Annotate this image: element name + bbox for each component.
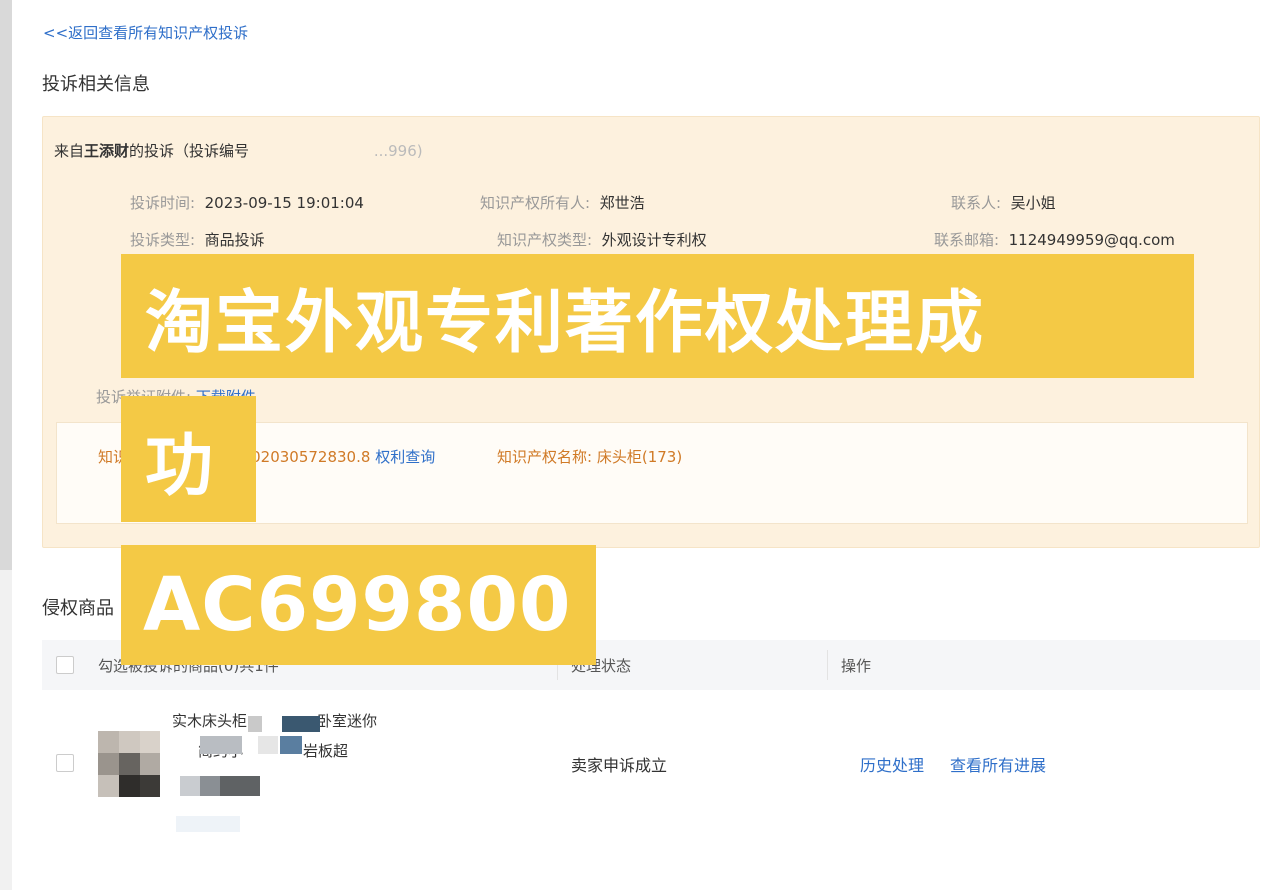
pixelated-redaction bbox=[180, 776, 200, 796]
complaint-type-label: 投诉类型: bbox=[130, 231, 196, 249]
ip-name-label: 知识产权名称: bbox=[497, 448, 593, 466]
select-all-checkbox[interactable] bbox=[56, 656, 74, 674]
pixelated-redaction bbox=[200, 776, 220, 796]
ip-number-value: 202030572830.8 bbox=[241, 448, 371, 466]
contact-email-field: 联系邮箱: 1124949959@qq.com bbox=[934, 229, 1175, 250]
ip-name-field: 知识产权名称: 床头柜(173) bbox=[497, 446, 682, 467]
complaint-source-line: 来自王添财的投诉（投诉编号 ...996) bbox=[54, 140, 423, 161]
history-processing-link[interactable]: 历史处理 bbox=[860, 752, 924, 776]
ip-type-value: 外观设计专利权 bbox=[601, 231, 707, 249]
complaint-type-field: 投诉类型: 商品投诉 bbox=[130, 229, 265, 250]
contact-value: 吴小姐 bbox=[1010, 194, 1056, 212]
complaint-time-value: 2023-09-15 19:01:04 bbox=[204, 194, 364, 212]
column-divider bbox=[827, 650, 828, 680]
ip-owner-value: 郑世浩 bbox=[599, 194, 645, 212]
ip-type-field: 知识产权类型: 外观设计专利权 bbox=[497, 229, 707, 250]
pixelated-redaction bbox=[200, 736, 242, 754]
infringing-products-title: 侵权商品 bbox=[42, 598, 114, 619]
pixelated-redaction bbox=[220, 776, 260, 796]
ip-name-value: 床头柜(173) bbox=[596, 448, 683, 466]
complaint-type-value: 商品投诉 bbox=[204, 231, 265, 249]
overlay-banner-line2: 功 bbox=[121, 396, 256, 522]
pixelated-redaction bbox=[280, 736, 302, 754]
pixelated-redaction bbox=[176, 816, 240, 832]
processing-status: 卖家申诉成立 bbox=[571, 756, 668, 775]
rights-query-link[interactable]: 权利查询 bbox=[375, 448, 435, 466]
complaint-info-title: 投诉相关信息 bbox=[42, 74, 150, 95]
from-suffix: 的投诉（投诉编号 bbox=[129, 142, 250, 160]
pixelated-redaction bbox=[258, 736, 278, 754]
row-select-checkbox[interactable] bbox=[56, 754, 74, 772]
contact-email-label: 联系邮箱: bbox=[934, 231, 1000, 249]
column-header-action: 操作 bbox=[841, 657, 872, 675]
ip-type-label: 知识产权类型: bbox=[497, 231, 593, 249]
from-prefix: 来自 bbox=[54, 142, 85, 160]
pixelated-redaction bbox=[248, 716, 262, 732]
pixelated-redaction bbox=[282, 716, 320, 732]
view-all-progress-link[interactable]: 查看所有进展 bbox=[950, 752, 1046, 776]
product-thumbnail[interactable] bbox=[98, 731, 160, 797]
complaint-time-label: 投诉时间: bbox=[130, 194, 196, 212]
page-scrollbar-track[interactable] bbox=[0, 570, 12, 890]
complaint-time-field: 投诉时间: 2023-09-15 19:01:04 bbox=[130, 192, 364, 213]
contact-field: 联系人: 吴小姐 bbox=[951, 192, 1056, 213]
back-to-all-complaints-link[interactable]: <<返回查看所有知识产权投诉 bbox=[43, 22, 248, 43]
overlay-banner-line1: 淘宝外观专利著作权处理成 bbox=[121, 254, 1194, 378]
ip-owner-field: 知识产权所有人: 郑世浩 bbox=[480, 192, 645, 213]
complaint-number-tail: ...996) bbox=[373, 142, 423, 160]
page-scrollbar-thumb[interactable] bbox=[0, 0, 12, 570]
contact-label: 联系人: bbox=[951, 194, 1002, 212]
ip-owner-label: 知识产权所有人: bbox=[480, 194, 591, 212]
complainant-name: 王添财 bbox=[84, 142, 130, 160]
overlay-banner-code: AC699800 bbox=[121, 545, 596, 665]
contact-email-value: 1124949959@qq.com bbox=[1008, 231, 1175, 249]
